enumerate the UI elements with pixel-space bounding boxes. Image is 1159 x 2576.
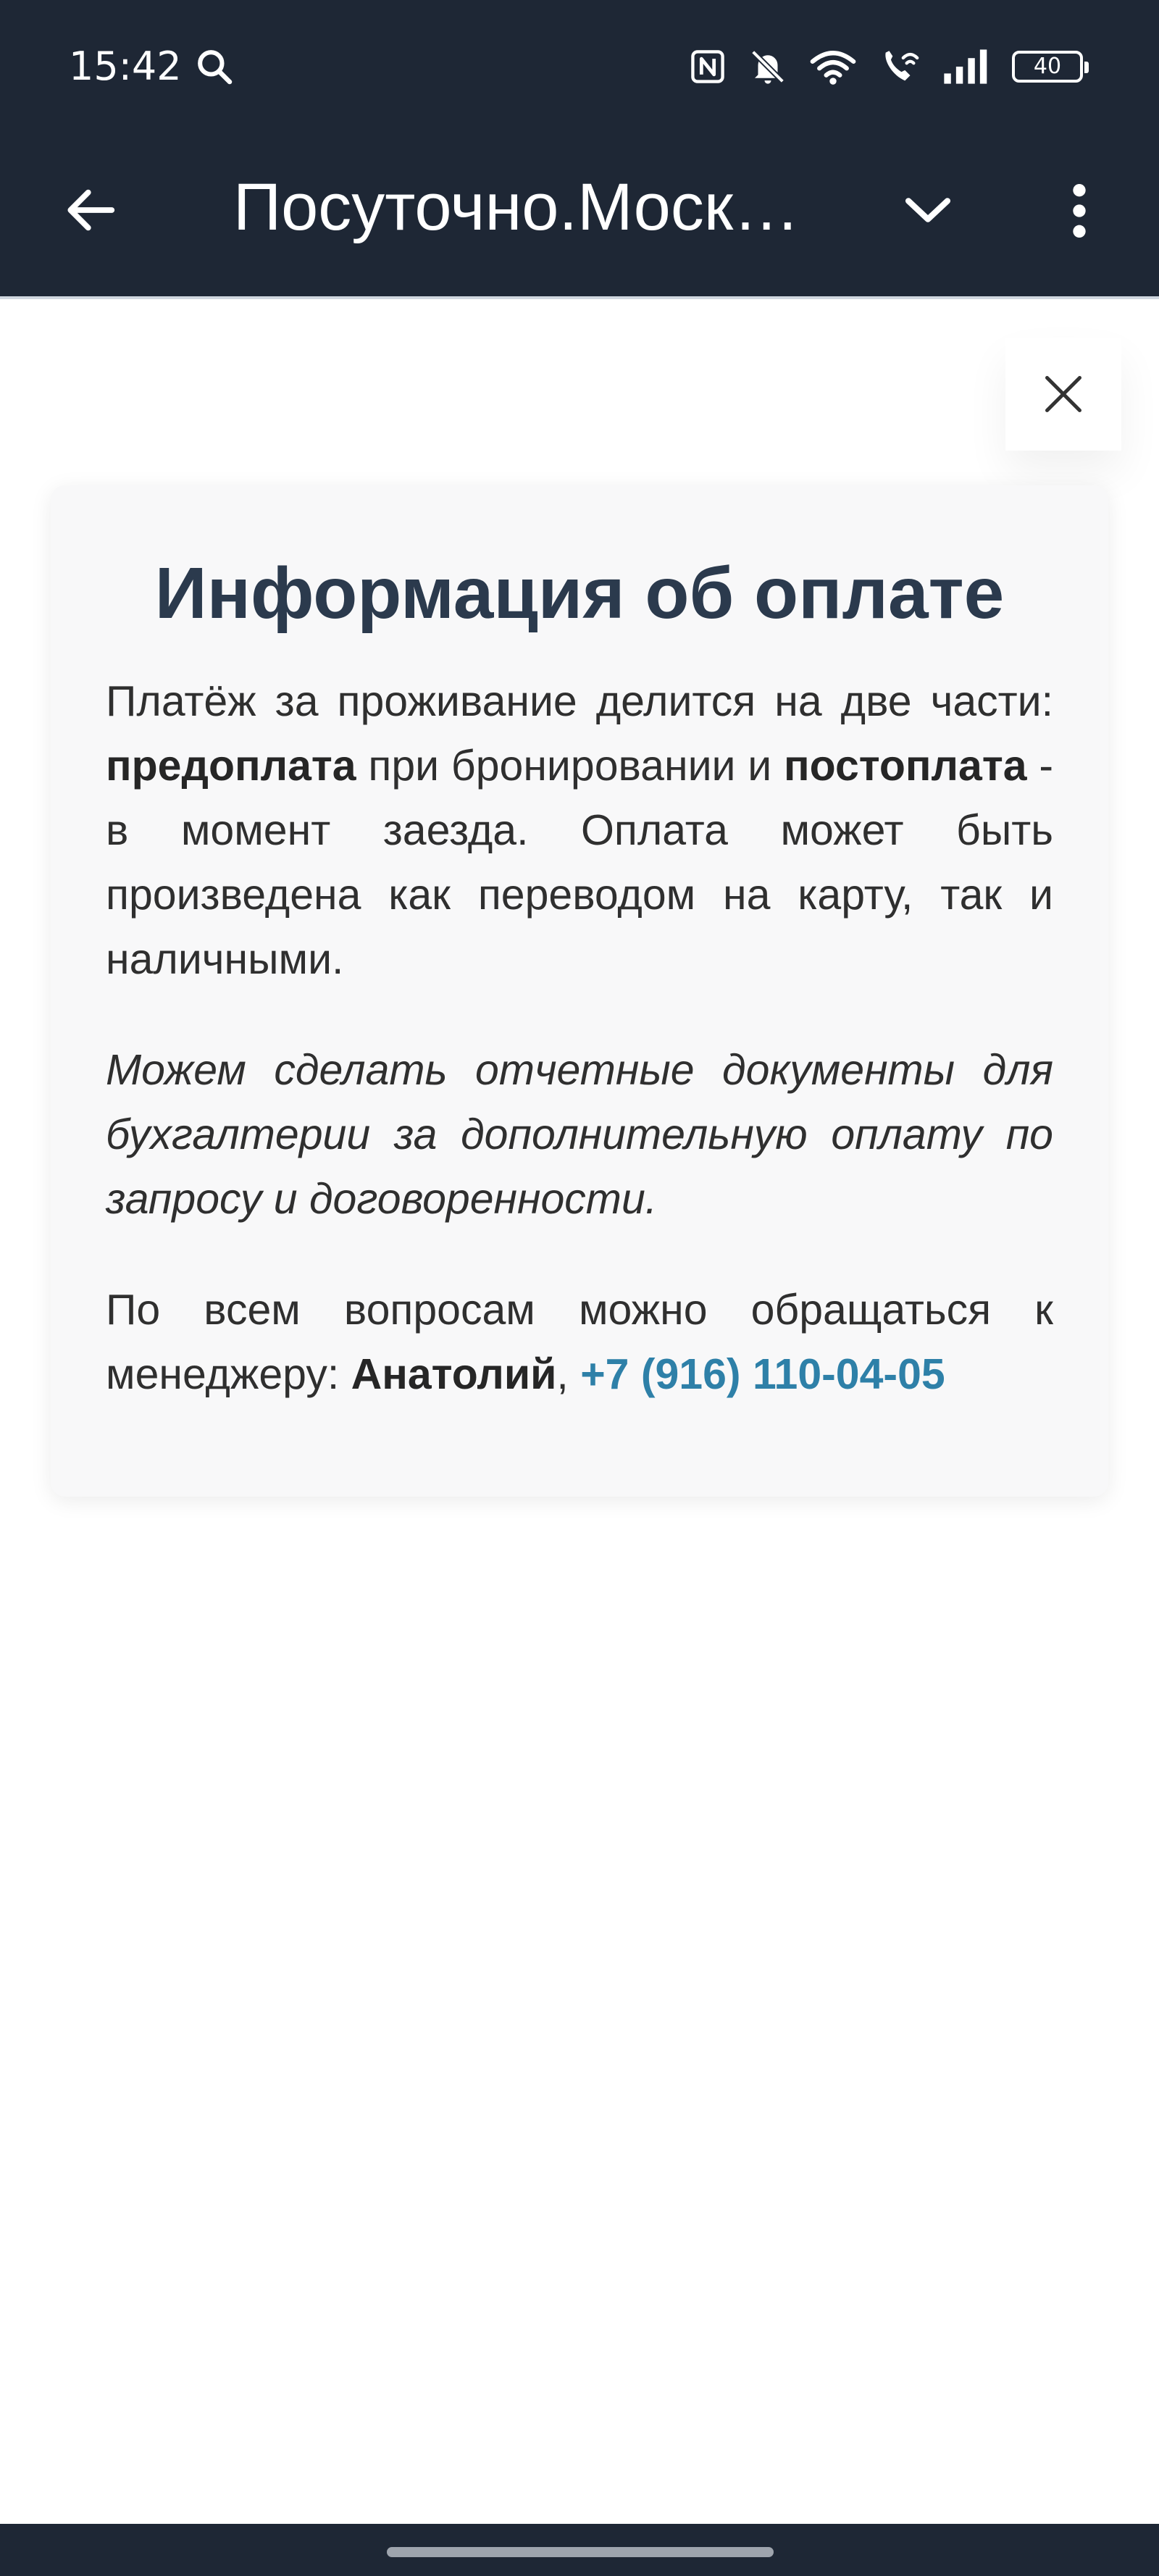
close-button[interactable] — [1005, 338, 1121, 451]
signal-icon — [944, 49, 987, 84]
chevron-down-icon — [905, 198, 951, 222]
back-button[interactable] — [58, 177, 123, 243]
more-vertical-icon — [1073, 184, 1086, 238]
app-bar: Посуточно.Моск… — [0, 134, 1159, 299]
contact-paragraph: По всем вопросам можно обращаться к мене… — [106, 1278, 1053, 1407]
payment-paragraph: Платёж за проживание делится на две част… — [106, 669, 1053, 992]
arrow-left-icon — [67, 189, 115, 231]
prepayment-label: предоплата — [106, 742, 356, 790]
status-icons: 40 — [689, 43, 1089, 90]
status-bar: 15:42 40 — [0, 0, 1159, 134]
documents-paragraph: Можем сделать отчетные документы для бух… — [106, 1046, 1053, 1223]
bell-off-icon — [750, 49, 785, 84]
postpayment-label: постоплата — [784, 742, 1027, 790]
status-time: 15:42 — [69, 43, 182, 89]
close-icon — [1045, 376, 1081, 412]
more-options-button[interactable] — [1050, 175, 1108, 247]
battery-level: 40 — [1033, 54, 1062, 79]
page-title: Посуточно.Моск… — [233, 170, 800, 244]
payment-text-1: Платёж за проживание делится на две част… — [106, 677, 1053, 725]
search-icon — [198, 50, 233, 85]
card-title: Информация об оплате — [154, 553, 1005, 634]
wifi-icon — [810, 51, 856, 85]
expand-button[interactable] — [895, 177, 961, 243]
contact-separator: , — [556, 1350, 581, 1398]
payment-info-card: Информация об оплате Платёж за проживани… — [51, 485, 1108, 1497]
battery-icon: 40 — [1012, 51, 1089, 83]
wifi-calling-icon — [885, 51, 919, 81]
payment-text-2: при бронировании и — [356, 742, 784, 790]
nfc-icon — [691, 50, 724, 83]
home-gesture-handle[interactable] — [387, 2547, 774, 2557]
navigation-bar — [0, 2524, 1159, 2576]
manager-name: Анатолий — [351, 1350, 557, 1398]
phone-link[interactable]: +7 (916) 110-04-05 — [580, 1350, 945, 1398]
